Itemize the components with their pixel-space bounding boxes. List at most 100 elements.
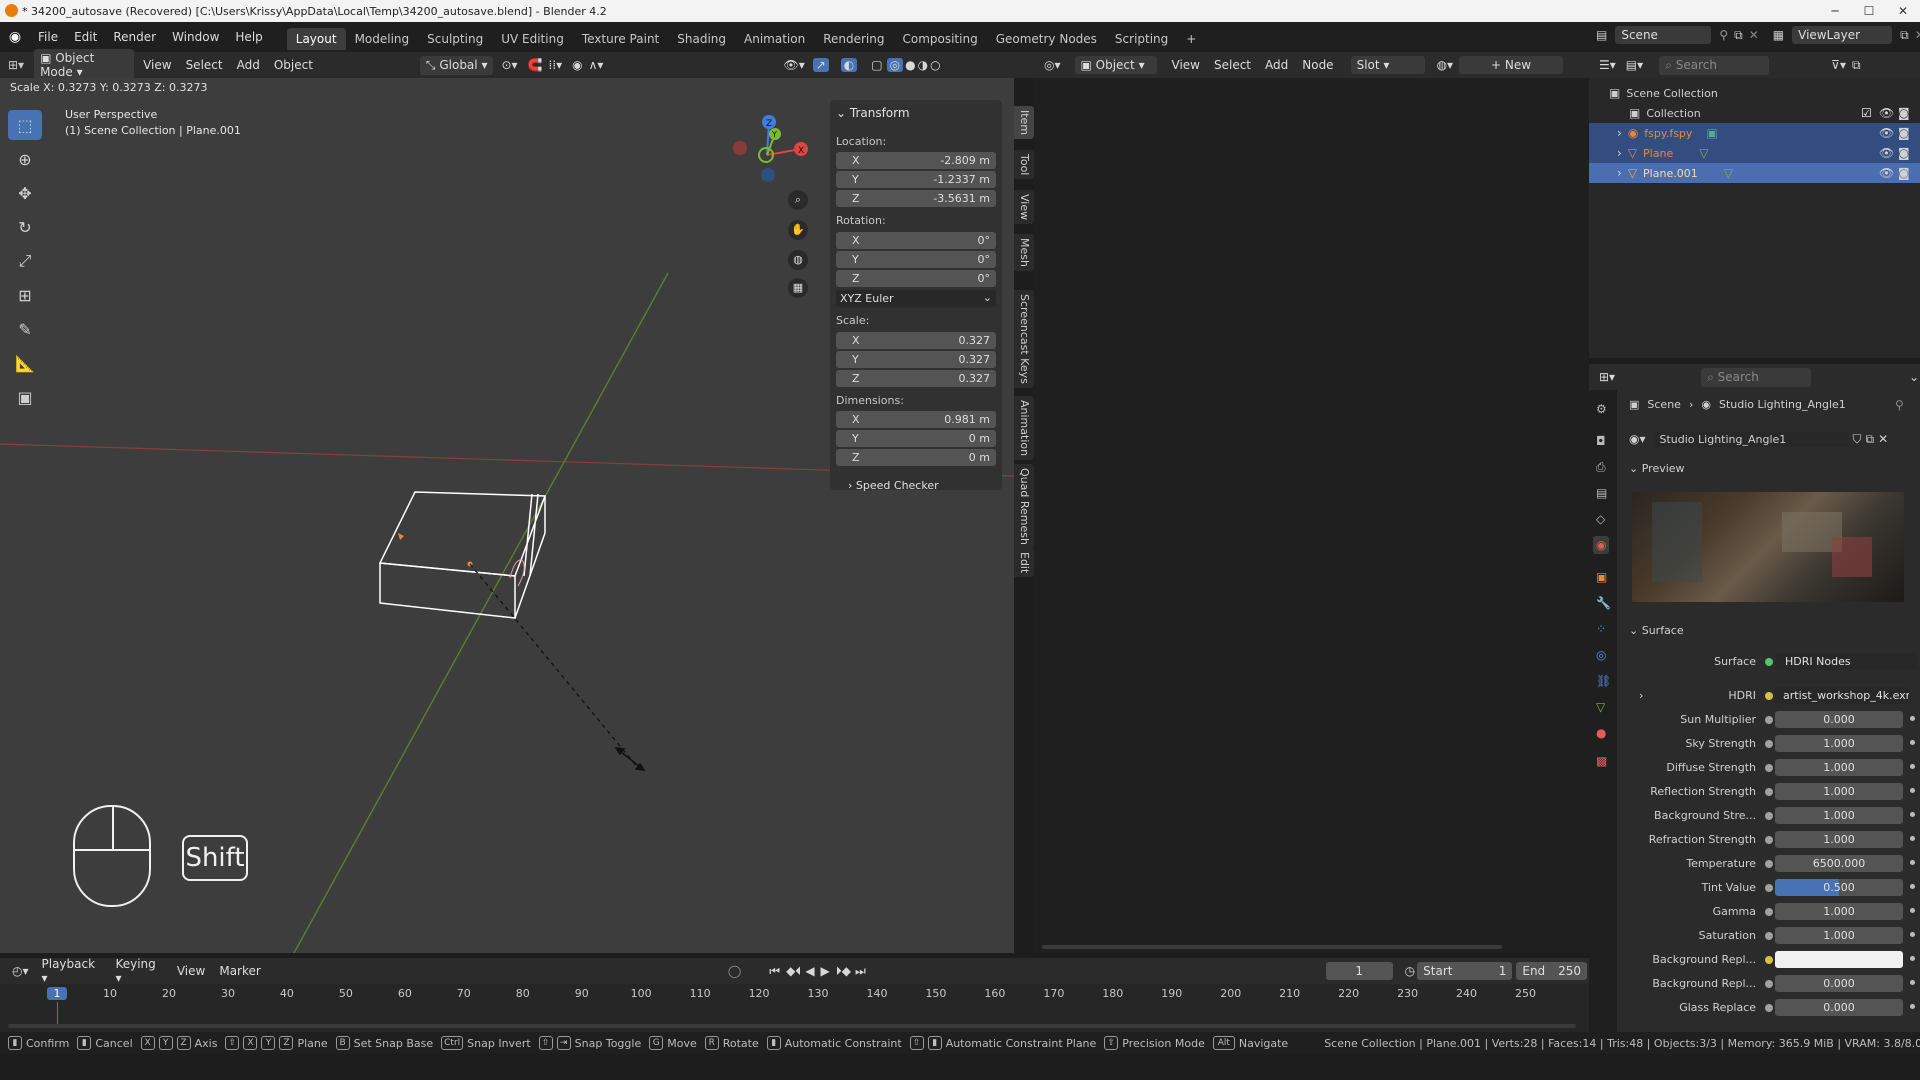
start-frame-field[interactable]: Start 1 — [1417, 962, 1513, 980]
node-menu-node[interactable]: Node — [1295, 58, 1340, 72]
zoom-icon[interactable]: ⌕ — [788, 190, 808, 210]
tab-animation[interactable]: Animation — [735, 28, 814, 50]
keyframe-dot-icon[interactable] — [1910, 932, 1915, 937]
outliner-row-plane[interactable]: › ▽ Plane ▽ 👁 ◙ — [1589, 143, 1920, 163]
outliner-search-input[interactable]: ⌕ Search — [1659, 55, 1770, 75]
expand-icon[interactable]: › — [1617, 166, 1622, 180]
mode-selector[interactable]: ▣ Object Mode ▾ — [34, 49, 135, 81]
eye-icon[interactable]: 👁 — [1879, 126, 1894, 140]
select-box-icon[interactable]: ⬚ — [8, 110, 42, 140]
preview-section-header[interactable]: ⌄ Preview — [1629, 462, 1685, 475]
new-collection-icon[interactable]: ⧉ — [1852, 58, 1861, 73]
slot-selector[interactable]: Slot ▾ — [1350, 56, 1425, 74]
timeline-scrollbar[interactable] — [8, 1024, 1576, 1028]
node-editor-type-icon[interactable]: ◎▾ — [1044, 58, 1061, 72]
scene-tab-icon[interactable]: ◇ — [1596, 512, 1605, 526]
surface-value[interactable]: HDRI Nodes — [1775, 653, 1917, 670]
tab-item[interactable]: Item — [1014, 106, 1034, 140]
auto-key-icon[interactable]: ◯ — [728, 964, 741, 978]
tab-uv-editing[interactable]: UV Editing — [492, 28, 573, 50]
tab-geometry-nodes[interactable]: Geometry Nodes — [987, 28, 1106, 50]
material-tab-icon[interactable]: ● — [1596, 726, 1606, 740]
annotate-icon[interactable]: ✎ — [8, 314, 42, 344]
viewport-menu-select[interactable]: Select — [179, 58, 230, 72]
menu-window[interactable]: Window — [164, 22, 227, 52]
keyframe-dot-icon[interactable] — [1910, 764, 1915, 769]
property-value-field[interactable]: 1.000 — [1775, 735, 1903, 752]
material-browse-icon[interactable]: ◍▾ — [1437, 58, 1454, 72]
pin-icon[interactable]: ⚲ — [1895, 398, 1904, 412]
tab-shading[interactable]: Shading — [668, 28, 735, 50]
blender-menu-icon[interactable]: ◉ — [0, 29, 30, 45]
tab-animation[interactable]: Animation — [1014, 396, 1034, 461]
current-frame-marker[interactable]: 1 — [47, 987, 67, 1000]
keyframe-dot-icon[interactable] — [1910, 956, 1915, 961]
camera-icon[interactable]: ◙ — [1898, 146, 1910, 160]
fake-user-icon[interactable]: ⛉ — [1853, 432, 1862, 447]
tab-compositing[interactable]: Compositing — [893, 28, 986, 50]
eye-icon[interactable]: 👁 — [1879, 166, 1894, 180]
rotation-x-field[interactable]: X 0° — [836, 232, 996, 249]
move-icon[interactable]: ✥ — [8, 178, 42, 208]
timeline-menu-keying[interactable]: Keying ▾ — [108, 957, 169, 985]
play-reverse-icon[interactable]: ◀ — [805, 964, 814, 978]
tab-mesh[interactable]: Mesh — [1014, 234, 1034, 271]
scale-x-field[interactable]: X 0.327 — [836, 332, 996, 349]
dimensions-y-field[interactable]: Y 0 m — [836, 430, 996, 447]
camera-icon[interactable]: ◙ — [1898, 126, 1910, 140]
outliner-row-fspy[interactable]: › ◉ fspy.fspy ▣ 👁 ◙ — [1589, 123, 1920, 143]
world-browse-icon[interactable]: ◉▾ — [1629, 432, 1646, 446]
view-layer-tab-icon[interactable]: ▤ — [1596, 486, 1607, 500]
particles-tab-icon[interactable]: ⁘ — [1596, 622, 1606, 636]
preview-range-icon[interactable]: ◷ — [1405, 964, 1415, 978]
rotation-mode-dropdown[interactable]: XYZ Euler ⌄ — [836, 290, 996, 307]
shader-type-selector[interactable]: ▣ Object ▾ — [1074, 56, 1157, 74]
tab-screencast-keys[interactable]: Screencast Keys — [1014, 290, 1034, 388]
outliner-editor-icon[interactable]: ☰▾ — [1599, 58, 1616, 72]
falloff-icon[interactable]: ∧▾ — [589, 58, 604, 72]
keyframe-dot-icon[interactable] — [1910, 980, 1915, 985]
pin-icon[interactable]: ⚲ — [1719, 28, 1728, 42]
visibility-icon[interactable]: 👁▾ — [783, 58, 804, 72]
camera-view-icon[interactable]: ◍ — [788, 250, 808, 270]
property-value-field[interactable]: 1.000 — [1775, 759, 1903, 776]
color-swatch-field[interactable] — [1775, 951, 1903, 968]
current-frame-field[interactable]: 1 — [1325, 962, 1393, 980]
selected-plane-object[interactable] — [378, 491, 547, 619]
editor-type-icon[interactable]: ⊞▾ — [8, 58, 24, 72]
camera-icon[interactable]: ◙ — [1898, 166, 1910, 180]
keyframe-dot-icon[interactable] — [1910, 836, 1915, 841]
tab-scripting[interactable]: Scripting — [1106, 28, 1177, 50]
tab-edit[interactable]: Edit — [1014, 548, 1034, 578]
hdri-value[interactable]: artist_workshop_4k.exr... — [1775, 687, 1909, 704]
timeline-editor-icon[interactable]: ◴▾ — [12, 964, 29, 978]
output-tab-icon[interactable]: ⎙ — [1596, 460, 1606, 475]
tool-tab-icon[interactable]: ⚙ — [1596, 402, 1607, 416]
duplicate-icon[interactable]: ⧉ — [1866, 432, 1875, 447]
transform-icon[interactable]: ⊞ — [8, 280, 42, 310]
snap-icon[interactable]: 🧲 — [528, 58, 543, 72]
texture-tab-icon[interactable]: ▩ — [1596, 754, 1607, 768]
jump-end-icon[interactable]: ⏭ — [855, 964, 866, 979]
node-menu-view[interactable]: View — [1165, 58, 1207, 72]
dimensions-z-field[interactable]: Z 0 m — [836, 449, 996, 466]
expand-icon[interactable]: › — [1617, 146, 1622, 160]
ortho-grid-icon[interactable]: ▦ — [788, 278, 808, 298]
keyframe-dot-icon[interactable] — [1910, 812, 1915, 817]
properties-search-input[interactable]: ⌕ Search — [1701, 367, 1812, 387]
new-view-layer-icon[interactable]: ⧉ — [1900, 28, 1909, 43]
chevron-down-icon[interactable]: ⌄ — [1909, 370, 1919, 384]
close-icon[interactable]: ✕ — [1886, 0, 1920, 22]
property-value-field[interactable]: 0.500 — [1775, 879, 1903, 896]
scale-y-field[interactable]: Y 0.327 — [836, 351, 996, 368]
keyframe-dot-icon[interactable] — [1910, 788, 1915, 793]
tab-layout[interactable]: Layout — [286, 28, 346, 50]
unlink-icon[interactable]: ✕ — [1878, 432, 1888, 446]
rotation-z-field[interactable]: Z 0° — [836, 270, 996, 287]
expand-icon[interactable]: › — [1617, 126, 1622, 140]
pan-hand-icon[interactable]: ✋ — [788, 220, 808, 240]
render-tab-icon[interactable]: ◘ — [1596, 434, 1606, 448]
end-frame-field[interactable]: End 250 — [1516, 962, 1587, 980]
tab-sculpting[interactable]: Sculpting — [418, 28, 492, 50]
new-scene-icon[interactable]: ⧉ — [1734, 28, 1743, 43]
